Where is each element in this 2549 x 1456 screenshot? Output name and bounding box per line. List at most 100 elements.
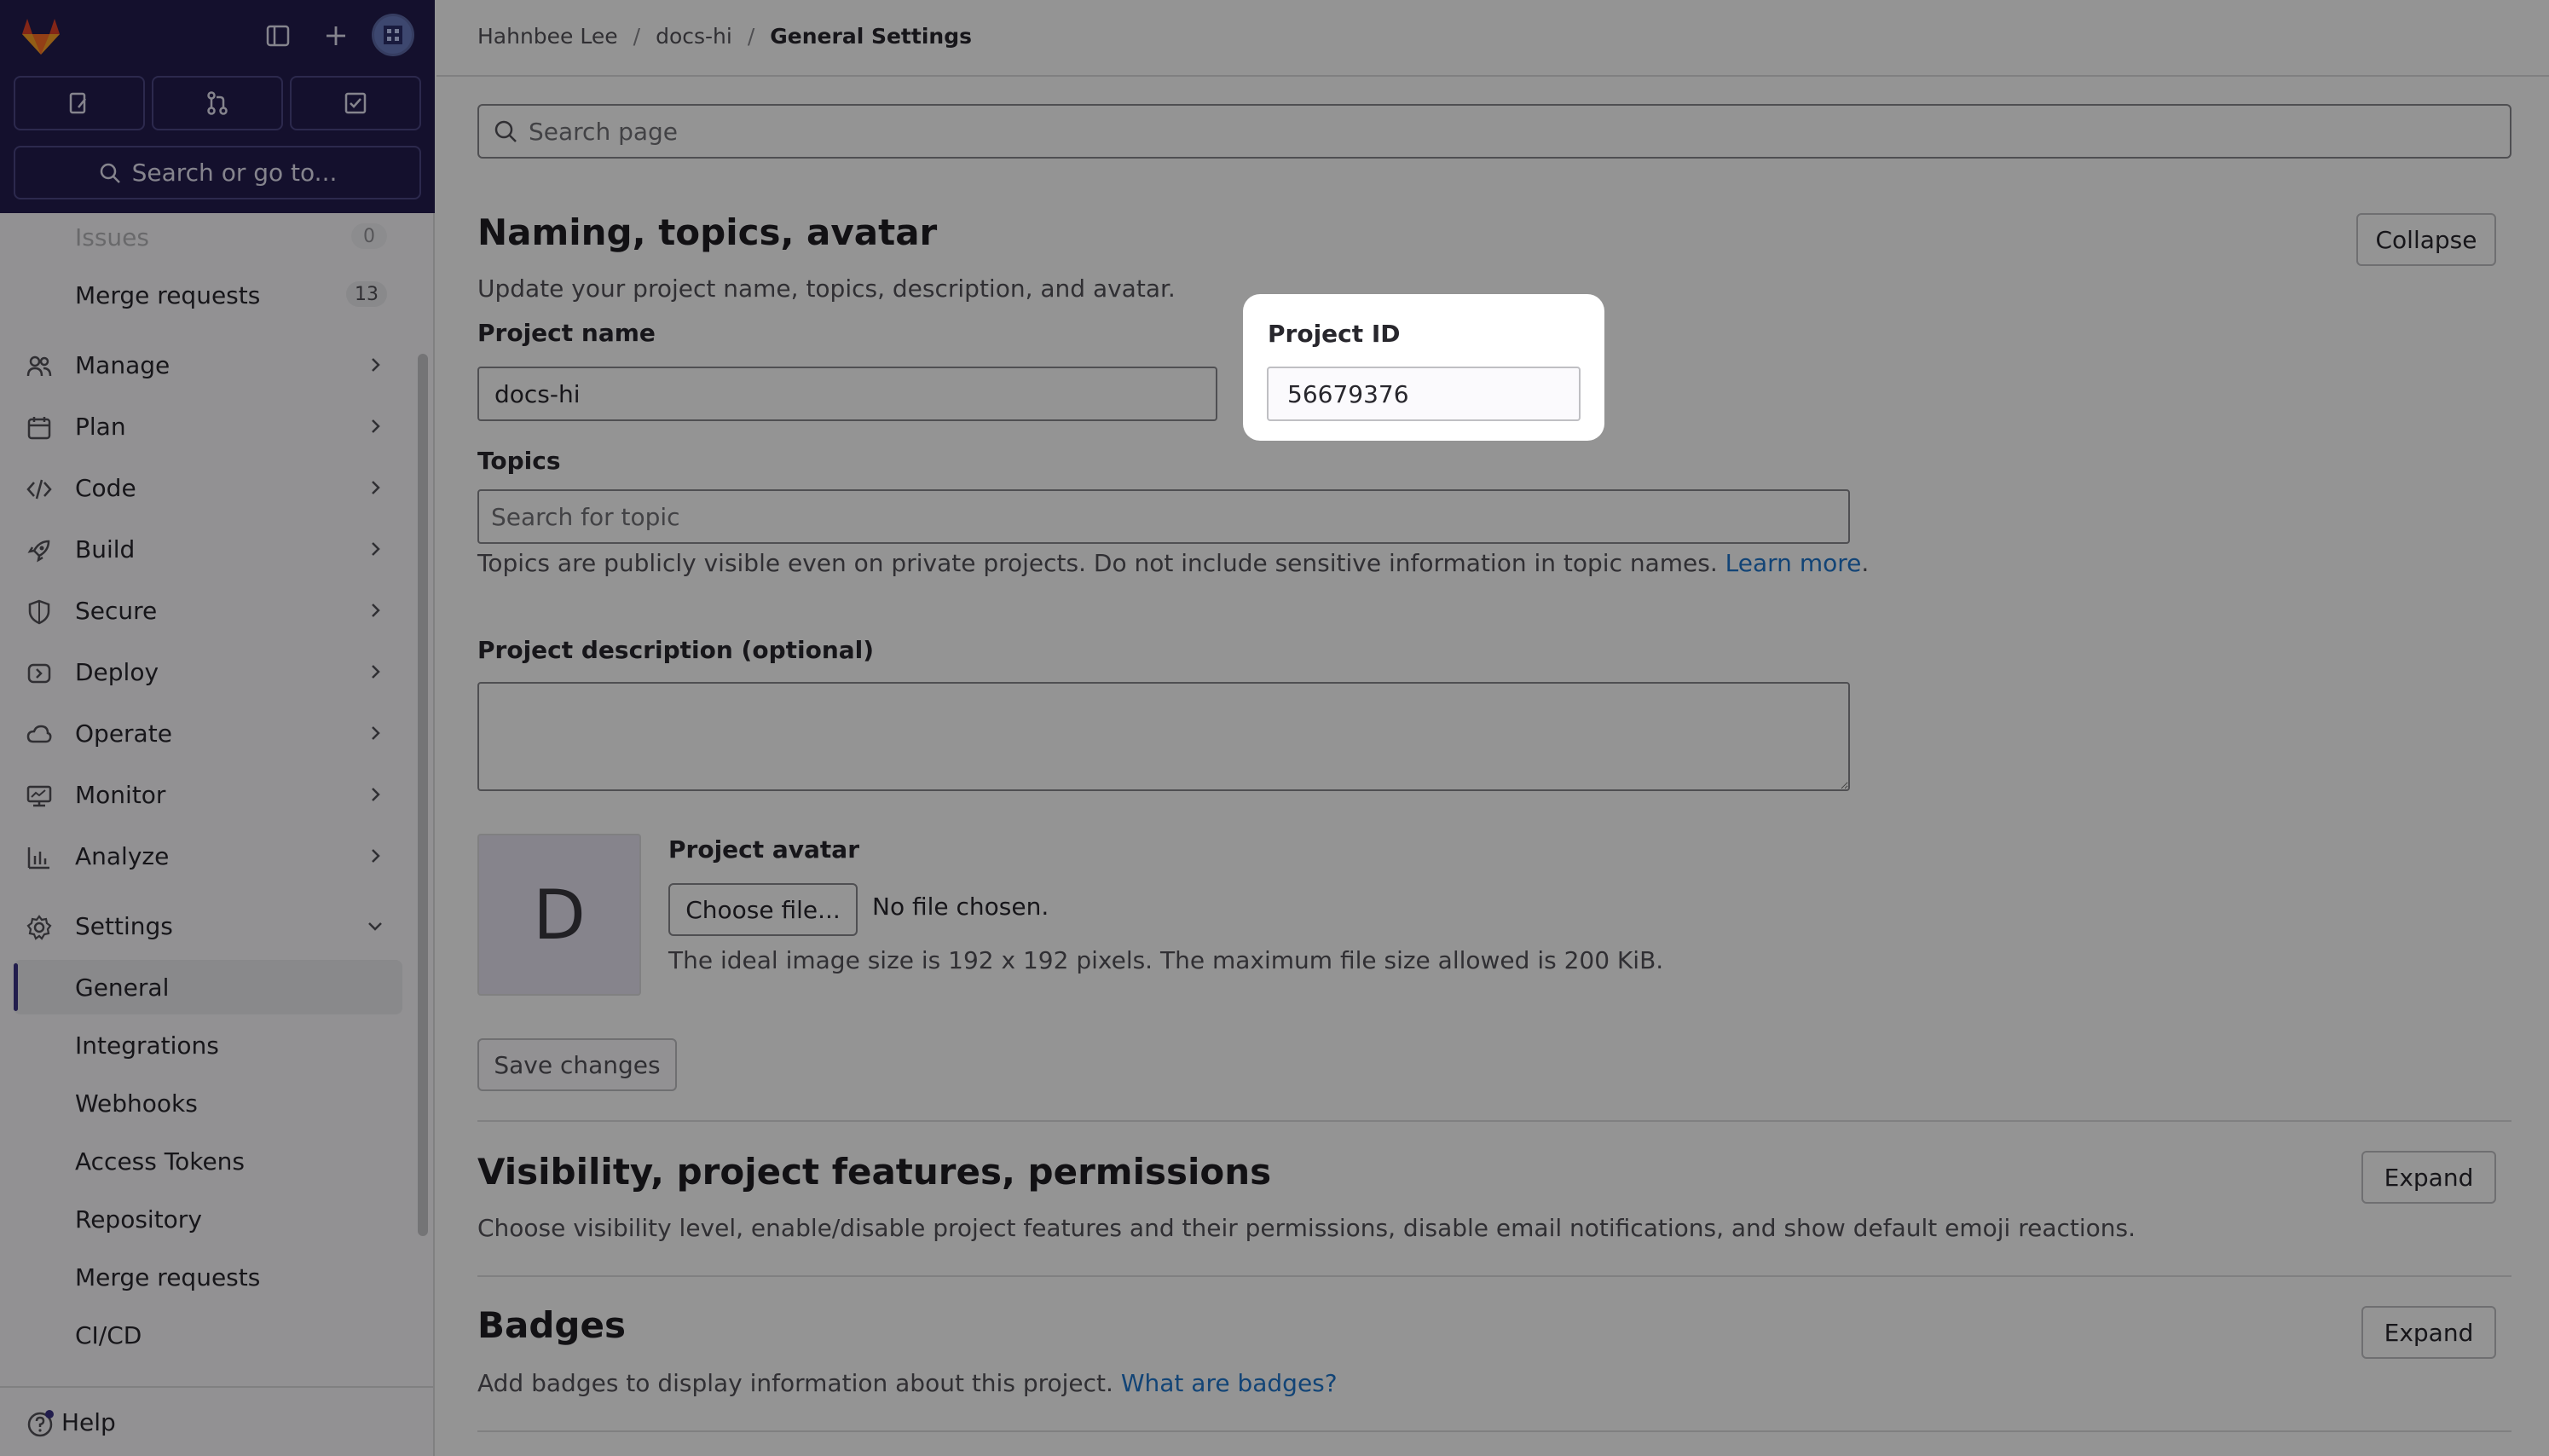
sidebar-toggle-icon[interactable] [261,19,295,53]
user-avatar[interactable] [372,14,414,56]
merge-requests-tile-button[interactable] [152,76,283,130]
expand-visibility-button[interactable]: Expand [2361,1151,2496,1204]
issues-icon [69,92,86,114]
sidebar-item-label: Issues [75,222,149,251]
sidebar-item-label: Build [75,534,136,563]
section-title-visibility: Visibility, project features, permission… [477,1151,1272,1193]
sidebar-subitem-access-tokens[interactable]: Access Tokens [0,1134,418,1188]
sidebar-item-issues[interactable]: Issues 0 [0,210,418,264]
breadcrumb: Hahnbee Lee / docs-hi / General Settings [477,19,972,53]
sidebar-item-label: Operate [75,719,172,748]
project-id-label-highlighted: Project ID [1268,320,1401,348]
project-name-label: Project name [477,319,656,347]
chevron-right-icon [372,419,380,433]
sidebar-item-deploy[interactable]: Deploy [0,644,418,699]
chart-icon [26,844,53,871]
deploy-icon [26,660,53,687]
sidebar-scrollbar[interactable] [418,354,428,1236]
sidebar-subitem-repository[interactable]: Repository [0,1192,418,1246]
sidebar-subitem-webhooks[interactable]: Webhooks [0,1076,418,1130]
sidebar-subitem-integrations[interactable]: Integrations [0,1018,418,1072]
breadcrumb-separator: / [747,23,755,49]
project-avatar-placeholder: D [477,834,641,996]
topics-input[interactable] [477,489,1850,544]
issues-tile-button[interactable] [14,76,145,130]
project-id-input[interactable] [1267,367,1581,421]
sidebar-item-plan[interactable]: Plan [0,399,418,454]
help-icon [26,1408,56,1439]
create-new-icon[interactable] [319,19,353,53]
sidebar-item-label: CI/CD [75,1320,142,1349]
no-file-chosen-text: No file chosen. [872,893,1049,921]
count-badge: 13 [346,281,387,307]
sidebar-item-label: Integrations [75,1031,219,1060]
shield-icon [26,598,53,626]
sidebar-subitem-ci-cd[interactable]: CI/CD [0,1308,418,1362]
help-button[interactable]: Help [61,1408,116,1436]
chevron-down-icon [368,922,382,931]
project-avatar-label: Project avatar [668,835,860,864]
cloud-icon [26,721,53,748]
choose-file-button[interactable]: Choose file... [668,883,858,936]
sidebar-item-settings[interactable]: Settings [0,898,418,953]
todo-tile-button[interactable] [290,76,421,130]
project-description-textarea[interactable] [477,682,1850,791]
search-page-box[interactable] [477,104,2511,159]
sidebar-item-monitor[interactable]: Monitor [0,767,418,822]
badges-description-text: Add badges to display information about … [477,1369,1113,1397]
collapse-button[interactable]: Collapse [2356,213,2496,266]
chevron-right-icon [372,358,380,372]
global-search-button[interactable]: Search or go to... [14,146,421,199]
global-search-label: Search or go to... [131,159,338,187]
sidebar-item-manage[interactable]: Manage [0,338,418,392]
sidebar-subitem-merge-requests[interactable]: Merge requests [0,1250,418,1304]
todo-icon [344,92,367,114]
sidebar-item-label: Code [75,473,136,502]
sidebar-header: Search or go to... [0,0,435,213]
breadcrumb-item-project[interactable]: docs-hi [656,24,732,49]
chevron-right-icon [372,542,380,556]
breadcrumb-item-user[interactable]: Hahnbee Lee [477,24,618,49]
breadcrumb-item-current[interactable]: General Settings [770,24,972,49]
sidebar-item-merge-requests[interactable]: Merge requests 13 [0,268,418,322]
topics-help-text: Topics are publicly visible even on priv… [477,549,1869,577]
chevron-right-icon [372,481,380,494]
section-description-naming: Update your project name, topics, descri… [477,274,1176,303]
period: . [1861,549,1870,577]
chevron-right-icon [372,726,380,740]
project-name-input[interactable] [477,367,1217,421]
section-title-naming: Naming, topics, avatar [477,211,938,253]
gear-icon [26,914,53,941]
section-divider [477,1120,2511,1122]
section-divider [477,1275,2511,1277]
sidebar-item-label: Plan [75,412,126,441]
sidebar-item-build[interactable]: Build [0,522,418,576]
gitlab-logo-icon[interactable] [15,14,66,58]
sidebar-item-label: General [75,973,170,1002]
section-description-visibility: Choose visibility level, enable/disable … [477,1214,2136,1242]
chevron-right-icon [372,849,380,863]
code-icon [26,476,53,503]
sidebar-item-analyze[interactable]: Analyze [0,829,418,883]
users-icon [26,353,53,380]
sidebar-subitem-general[interactable]: General [0,960,418,1014]
rocket-icon [26,537,53,564]
sidebar-item-label: Merge requests [75,280,261,309]
sidebar-item-label: Merge requests [75,1262,261,1291]
search-icon [100,163,120,183]
project-id-spotlight: Project ID [1243,294,1604,441]
sidebar-item-code[interactable]: Code [0,460,418,515]
save-changes-button[interactable]: Save changes [477,1038,677,1091]
header-divider [436,75,2549,77]
sidebar-item-label: Analyze [75,841,170,870]
sidebar-item-label: Monitor [75,780,166,809]
sidebar-item-secure[interactable]: Secure [0,583,418,638]
search-page-input[interactable] [527,116,2488,147]
topics-label: Topics [477,447,561,475]
what-are-badges-link[interactable]: What are badges? [1121,1369,1338,1397]
sidebar-item-label: Settings [75,911,173,940]
expand-badges-button[interactable]: Expand [2361,1306,2496,1359]
learn-more-link[interactable]: Learn more [1725,549,1862,577]
sidebar-item-operate[interactable]: Operate [0,706,418,760]
sidebar-item-label: Deploy [75,657,159,686]
